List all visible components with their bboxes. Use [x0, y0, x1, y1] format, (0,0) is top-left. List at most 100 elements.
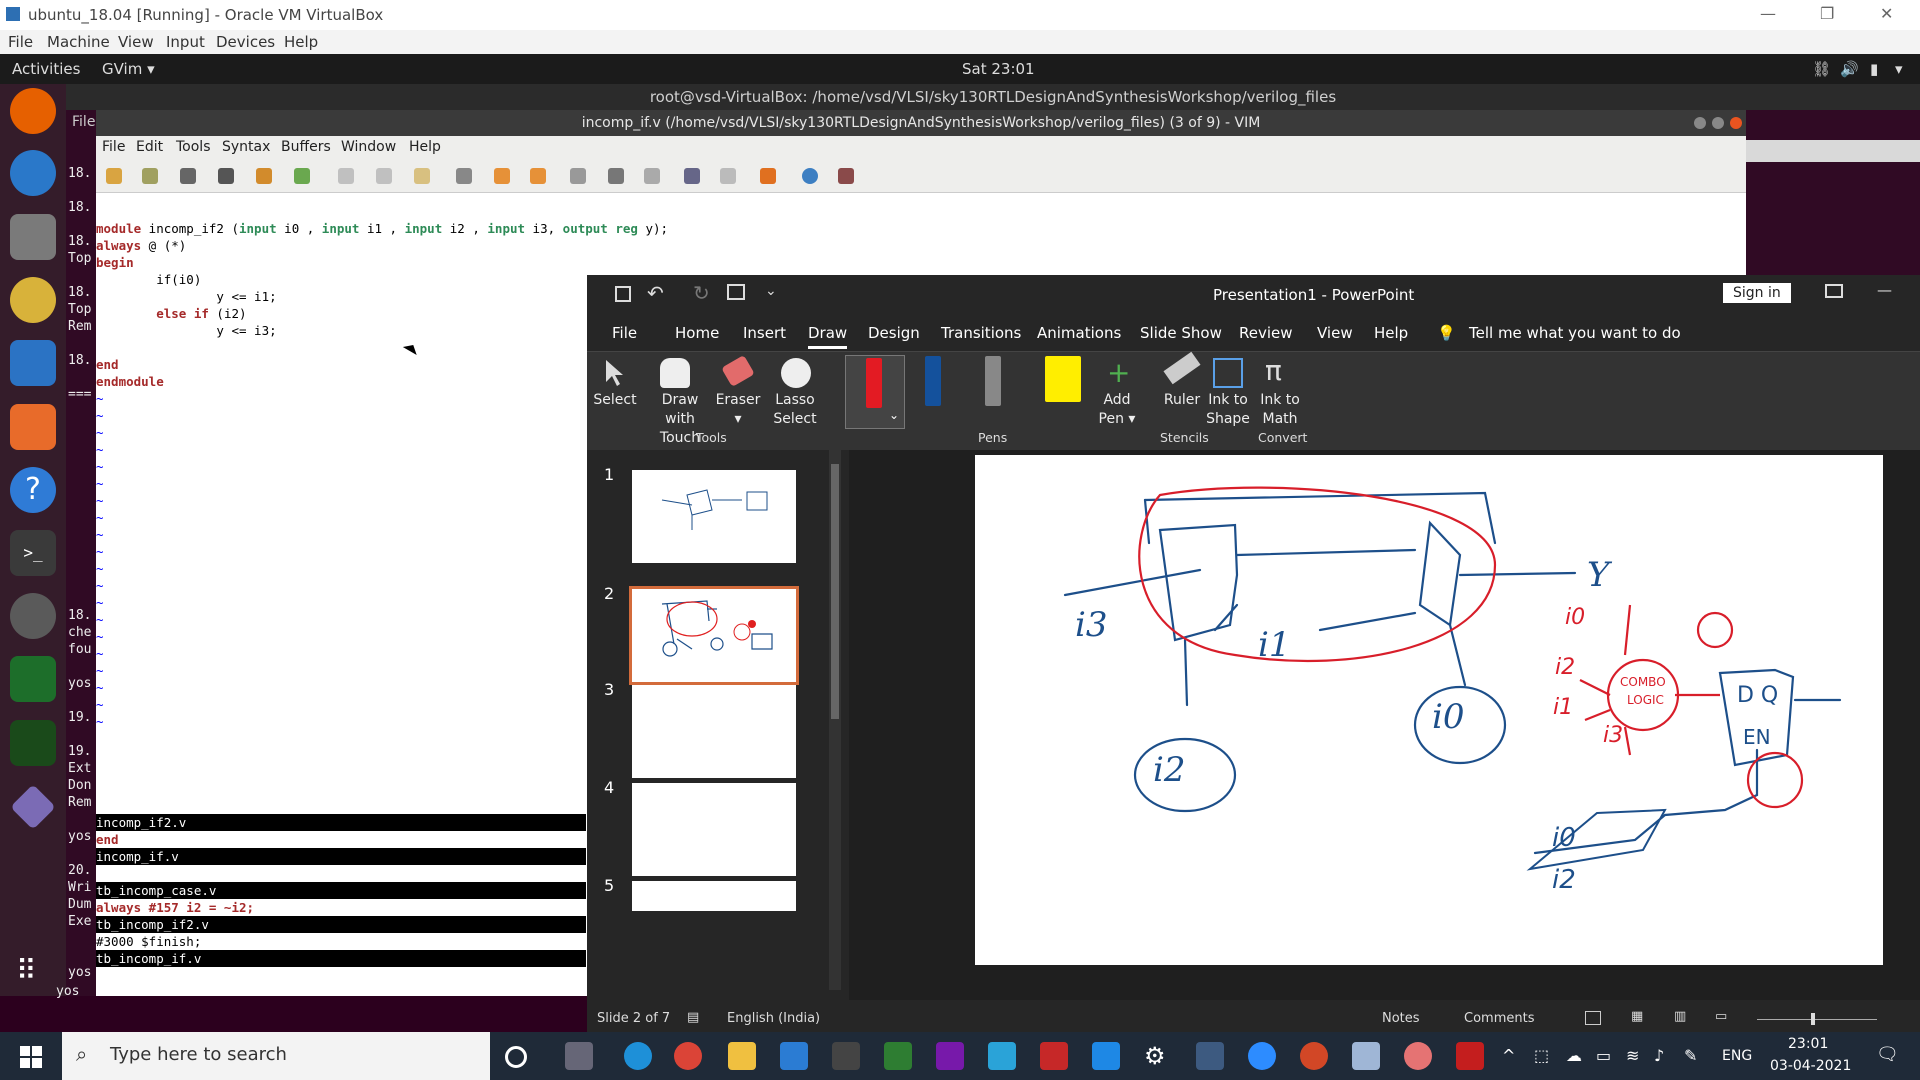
tab-transitions[interactable]: Transitions: [941, 324, 1021, 342]
make-icon[interactable]: [684, 168, 700, 184]
reading-view-icon[interactable]: ▥: [1674, 1009, 1686, 1024]
windows-start-icon[interactable]: [20, 1046, 42, 1068]
ribbon-display-icon[interactable]: [1825, 284, 1843, 298]
gvim-taskbar-icon[interactable]: [884, 1042, 912, 1070]
gvim-menu-edit[interactable]: Edit: [136, 139, 163, 155]
snipping-icon[interactable]: [1352, 1042, 1380, 1070]
gvim-menu-tools[interactable]: Tools: [176, 139, 211, 155]
onedrive-icon[interactable]: ☁: [1566, 1046, 1582, 1065]
tab-help[interactable]: Help: [1374, 324, 1408, 342]
tab-slide-show[interactable]: Slide Show: [1140, 324, 1222, 342]
slide-thumbnails[interactable]: 1 2 3 4 5: [587, 450, 849, 1000]
settings-icon[interactable]: ⚙: [1144, 1042, 1172, 1070]
show-apps-icon[interactable]: ⠿: [16, 954, 50, 988]
rhythmbox-icon[interactable]: [10, 277, 56, 323]
pen-red-selected[interactable]: ⌄: [845, 355, 905, 429]
save-icon[interactable]: [142, 168, 158, 184]
cut-icon[interactable]: [338, 168, 354, 184]
files-icon[interactable]: [10, 214, 56, 260]
maximize-icon[interactable]: [1712, 117, 1724, 129]
notification-icon[interactable]: 🗨: [1876, 1044, 1899, 1065]
undo-icon[interactable]: [256, 168, 272, 184]
language[interactable]: English (India): [727, 1011, 820, 1026]
copy-icon[interactable]: [376, 168, 392, 184]
close-icon[interactable]: [1730, 117, 1742, 129]
slide-thumbnail-1[interactable]: [632, 470, 796, 563]
app-menu[interactable]: GVim ▾: [102, 60, 155, 78]
maximize-icon[interactable]: ❐: [1820, 4, 1834, 23]
find-prev-icon[interactable]: [530, 168, 546, 184]
close-icon[interactable]: ✕: [1880, 4, 1893, 23]
tab-home[interactable]: Home: [675, 324, 719, 342]
thumbnail-scrollbar[interactable]: [829, 450, 841, 990]
acrobat-icon[interactable]: [1456, 1042, 1484, 1070]
sign-in-button[interactable]: Sign in: [1723, 283, 1791, 303]
thunderbird-icon[interactable]: [10, 150, 56, 196]
writer-icon[interactable]: [10, 340, 56, 386]
lasso-select-button[interactable]: Lasso Select: [767, 391, 823, 429]
notes-button[interactable]: Notes: [1382, 1011, 1420, 1026]
buffer-line[interactable]: tb_incomp_if.v: [96, 950, 586, 967]
input-language[interactable]: ENG: [1722, 1048, 1752, 1064]
tell-me-search[interactable]: Tell me what you want to do: [1469, 324, 1681, 342]
terminal-file-menu[interactable]: File: [72, 114, 95, 130]
comments-button[interactable]: Comments: [1464, 1011, 1534, 1026]
slide-editor[interactable]: i3 i1 i2 i0 Y COMBO LOGIC D Q EN i0 i2 i…: [849, 450, 1920, 1000]
select-button[interactable]: Select: [587, 391, 643, 410]
slide-thumbnail-5[interactable]: [632, 881, 796, 911]
find-replace-icon[interactable]: [456, 168, 472, 184]
volume-icon[interactable]: 🔊: [1840, 60, 1859, 78]
tab-animations[interactable]: Animations: [1037, 324, 1121, 342]
slide-canvas[interactable]: i3 i1 i2 i0 Y COMBO LOGIC D Q EN i0 i2 i…: [975, 455, 1883, 965]
cortana-icon[interactable]: [505, 1046, 527, 1068]
add-pen-button[interactable]: Add Pen ▾: [1092, 391, 1142, 429]
taskbar-time[interactable]: 23:01: [1788, 1036, 1828, 1052]
volume-icon[interactable]: ♪: [1654, 1046, 1664, 1065]
powerpoint-taskbar-icon[interactable]: [1300, 1042, 1328, 1070]
redo-icon[interactable]: [294, 168, 310, 184]
minimize-icon[interactable]: —: [1760, 4, 1776, 23]
tray-icon[interactable]: ⬚: [1534, 1046, 1549, 1065]
slide-thumbnail-4[interactable]: [632, 783, 796, 876]
terminal-tab[interactable]: [1746, 140, 1920, 162]
slide-sorter-icon[interactable]: ▦: [1631, 1009, 1643, 1024]
buffer-line[interactable]: incomp_if2.v: [96, 814, 586, 831]
software-icon[interactable]: [10, 404, 56, 450]
blue-pen-icon[interactable]: [925, 356, 941, 406]
zoom-slider[interactable]: [1757, 1013, 1877, 1025]
menu-help[interactable]: Help: [284, 33, 318, 51]
app-icon[interactable]: [10, 784, 56, 830]
file-explorer-icon[interactable]: [728, 1042, 756, 1070]
edge-icon[interactable]: [624, 1042, 652, 1070]
gvim-menu-help[interactable]: Help: [409, 139, 441, 155]
run-script-icon[interactable]: [644, 168, 660, 184]
app-w-icon[interactable]: [988, 1042, 1016, 1070]
gray-pen-icon[interactable]: [985, 356, 1001, 406]
gtkwave-icon[interactable]: [10, 720, 56, 766]
firefox-icon[interactable]: [10, 88, 56, 134]
battery-icon[interactable]: ▮: [1870, 60, 1878, 78]
taskbar-date[interactable]: 03-04-2021: [1770, 1058, 1851, 1074]
help-icon[interactable]: ?: [10, 467, 56, 513]
buffer-line[interactable]: tb_incomp_case.v: [96, 882, 586, 899]
find-next-icon[interactable]: [494, 168, 510, 184]
chrome-icon[interactable]: [674, 1042, 702, 1070]
tab-file[interactable]: File: [612, 324, 637, 342]
menu-machine[interactable]: Machine: [47, 33, 110, 51]
media-icon[interactable]: [1040, 1042, 1068, 1070]
help-icon[interactable]: [802, 168, 818, 184]
gvim-menu-file[interactable]: File: [102, 139, 125, 155]
menu-file[interactable]: File: [8, 33, 33, 51]
ruler-button[interactable]: Ruler: [1157, 391, 1207, 410]
store-icon[interactable]: [832, 1042, 860, 1070]
paste-icon[interactable]: [414, 168, 430, 184]
terminal-icon[interactable]: >_: [10, 530, 56, 576]
shell-icon[interactable]: [720, 168, 736, 184]
tray-chevron-icon[interactable]: ^: [1502, 1046, 1515, 1065]
buffer-line[interactable]: end: [96, 831, 586, 848]
wifi-icon[interactable]: ≋: [1626, 1046, 1639, 1065]
menu-devices[interactable]: Devices: [216, 33, 275, 51]
taskbar-search-box[interactable]: ⌕ Type here to search: [62, 1032, 490, 1080]
minimize-icon[interactable]: [1694, 117, 1706, 129]
app-red-icon[interactable]: [1404, 1042, 1432, 1070]
